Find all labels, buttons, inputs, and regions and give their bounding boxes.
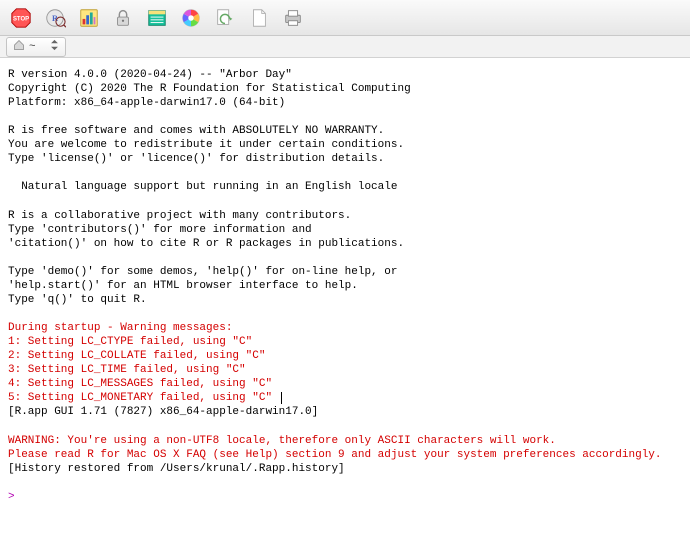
chevron-updown-icon [50, 39, 59, 55]
list-icon [146, 7, 168, 29]
new-page-button[interactable] [244, 4, 274, 32]
console-line: 3: Setting LC_TIME failed, using "C" [8, 363, 682, 377]
reload-button[interactable] [210, 4, 240, 32]
console-line: 'citation()' on how to cite R or R packa… [8, 237, 682, 251]
console-blank-line [8, 166, 682, 180]
path-bar: ~ [0, 36, 690, 58]
console-line: [R.app GUI 1.71 (7827) x86_64-apple-darw… [8, 405, 682, 419]
console-line: [History restored from /Users/krunal/.Ra… [8, 462, 682, 476]
text-cursor [281, 392, 282, 404]
page-icon [248, 7, 270, 29]
r-console[interactable]: R version 4.0.0 (2020-04-24) -- "Arbor D… [0, 58, 690, 512]
console-line: 5: Setting LC_MONETARY failed, using "C" [8, 391, 682, 405]
print-icon [282, 7, 304, 29]
bar-chart-icon [78, 7, 100, 29]
console-blank-line [8, 110, 682, 124]
console-blank-line [8, 307, 682, 321]
console-line: Copyright (C) 2020 The R Foundation for … [8, 82, 682, 96]
chart-button[interactable] [74, 4, 104, 32]
console-line: R is a collaborative project with many c… [8, 209, 682, 223]
console-line: R is free software and comes with ABSOLU… [8, 124, 682, 138]
console-line: Type 'q()' to quit R. [8, 293, 682, 307]
color-button[interactable] [176, 4, 206, 32]
console-line: 1: Setting LC_CTYPE failed, using "C" [8, 335, 682, 349]
home-icon [13, 39, 25, 55]
console-blank-line [8, 195, 682, 209]
console-line: 'help.start()' for an HTML browser inter… [8, 279, 682, 293]
console-line: WARNING: You're using a non-UTF8 locale,… [8, 434, 682, 448]
toolbar: STOP R [0, 0, 690, 36]
lock-icon [112, 7, 134, 29]
console-line: R version 4.0.0 (2020-04-24) -- "Arbor D… [8, 68, 682, 82]
console-line: Platform: x86_64-apple-darwin17.0 (64-bi… [8, 96, 682, 110]
console-line: 4: Setting LC_MESSAGES failed, using "C" [8, 377, 682, 391]
print-button[interactable] [278, 4, 308, 32]
working-directory-dropdown[interactable]: ~ [6, 37, 66, 57]
console-line: Please read R for Mac OS X FAQ (see Help… [8, 448, 682, 462]
reload-icon [214, 7, 236, 29]
working-directory-label: ~ [29, 41, 36, 53]
console-blank-line [8, 476, 682, 490]
debug-button[interactable]: R [40, 4, 70, 32]
console-line: Type 'demo()' for some demos, 'help()' f… [8, 265, 682, 279]
console-blank-line [8, 251, 682, 265]
r-debug-icon: R [44, 7, 66, 29]
color-wheel-icon [180, 7, 202, 29]
stop-button[interactable]: STOP [6, 4, 36, 32]
console-line: During startup - Warning messages: [8, 321, 682, 335]
list-button[interactable] [142, 4, 172, 32]
console-line: Natural language support but running in … [8, 180, 682, 194]
lock-button[interactable] [108, 4, 138, 32]
svg-text:STOP: STOP [13, 16, 29, 22]
console-blank-line [8, 420, 682, 434]
stop-icon: STOP [10, 7, 32, 29]
console-line: Type 'license()' or 'licence()' for dist… [8, 152, 682, 166]
console-line: > [8, 490, 682, 504]
console-line: 2: Setting LC_COLLATE failed, using "C" [8, 349, 682, 363]
console-line: You are welcome to redistribute it under… [8, 138, 682, 152]
console-line: Type 'contributors()' for more informati… [8, 223, 682, 237]
